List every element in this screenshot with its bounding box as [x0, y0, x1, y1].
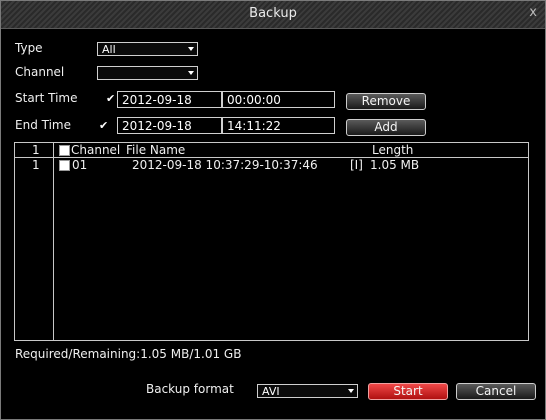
remove-button[interactable]: Remove — [346, 93, 426, 110]
start-time-label: Start Time — [15, 91, 78, 105]
chevron-down-icon — [188, 71, 194, 75]
backup-format-label: Backup format — [146, 382, 234, 396]
type-label: Type — [15, 41, 43, 55]
header-index: 1 — [32, 143, 40, 157]
type-value: All — [102, 43, 116, 56]
start-time-field[interactable]: 00:00:00 — [222, 91, 335, 108]
header-channel: Channel — [71, 143, 121, 157]
end-time-checkbox[interactable]: ✔ — [99, 120, 108, 131]
row-channel: 01 — [72, 158, 88, 172]
row-checkbox[interactable] — [59, 160, 70, 171]
start-time-checkbox[interactable]: ✔ — [106, 93, 115, 104]
chevron-down-icon — [188, 47, 194, 51]
header-file-name: File Name — [126, 143, 186, 157]
add-button[interactable]: Add — [346, 119, 426, 136]
backup-format-value: AVI — [262, 385, 280, 398]
row-flag: [I] — [350, 158, 363, 172]
cancel-button[interactable]: Cancel — [456, 383, 536, 400]
start-date-field[interactable]: 2012-09-18 — [117, 91, 222, 108]
channel-dropdown[interactable] — [97, 66, 198, 80]
select-all-checkbox[interactable] — [59, 145, 70, 156]
title-bar[interactable]: Backup x — [1, 1, 545, 29]
row-index: 1 — [32, 158, 40, 172]
end-time-label: End Time — [15, 118, 71, 132]
backup-dialog: Backup x Type All Channel Start Time ✔ 2… — [0, 0, 546, 420]
end-time-field[interactable]: 14:11:22 — [222, 117, 335, 134]
header-length: Length — [372, 143, 414, 157]
end-date-field[interactable]: 2012-09-18 — [117, 117, 222, 134]
dialog-title: Backup — [249, 6, 297, 21]
backup-file-table: 1 Channel File Name Length 1 01 2012-09-… — [14, 142, 529, 341]
required-remaining-status: Required/Remaining:1.05 MB/1.01 GB — [15, 347, 242, 361]
start-button[interactable]: Start — [368, 383, 448, 400]
close-icon[interactable]: x — [529, 5, 537, 20]
row-file-name: 2012-09-18 10:37:29-10:37:46 — [132, 158, 318, 172]
channel-label: Channel — [15, 65, 65, 79]
backup-format-dropdown[interactable]: AVI — [257, 384, 358, 398]
row-length: 1.05 MB — [370, 158, 420, 172]
column-divider — [53, 143, 54, 340]
type-dropdown[interactable]: All — [97, 42, 198, 56]
chevron-down-icon — [348, 389, 354, 393]
